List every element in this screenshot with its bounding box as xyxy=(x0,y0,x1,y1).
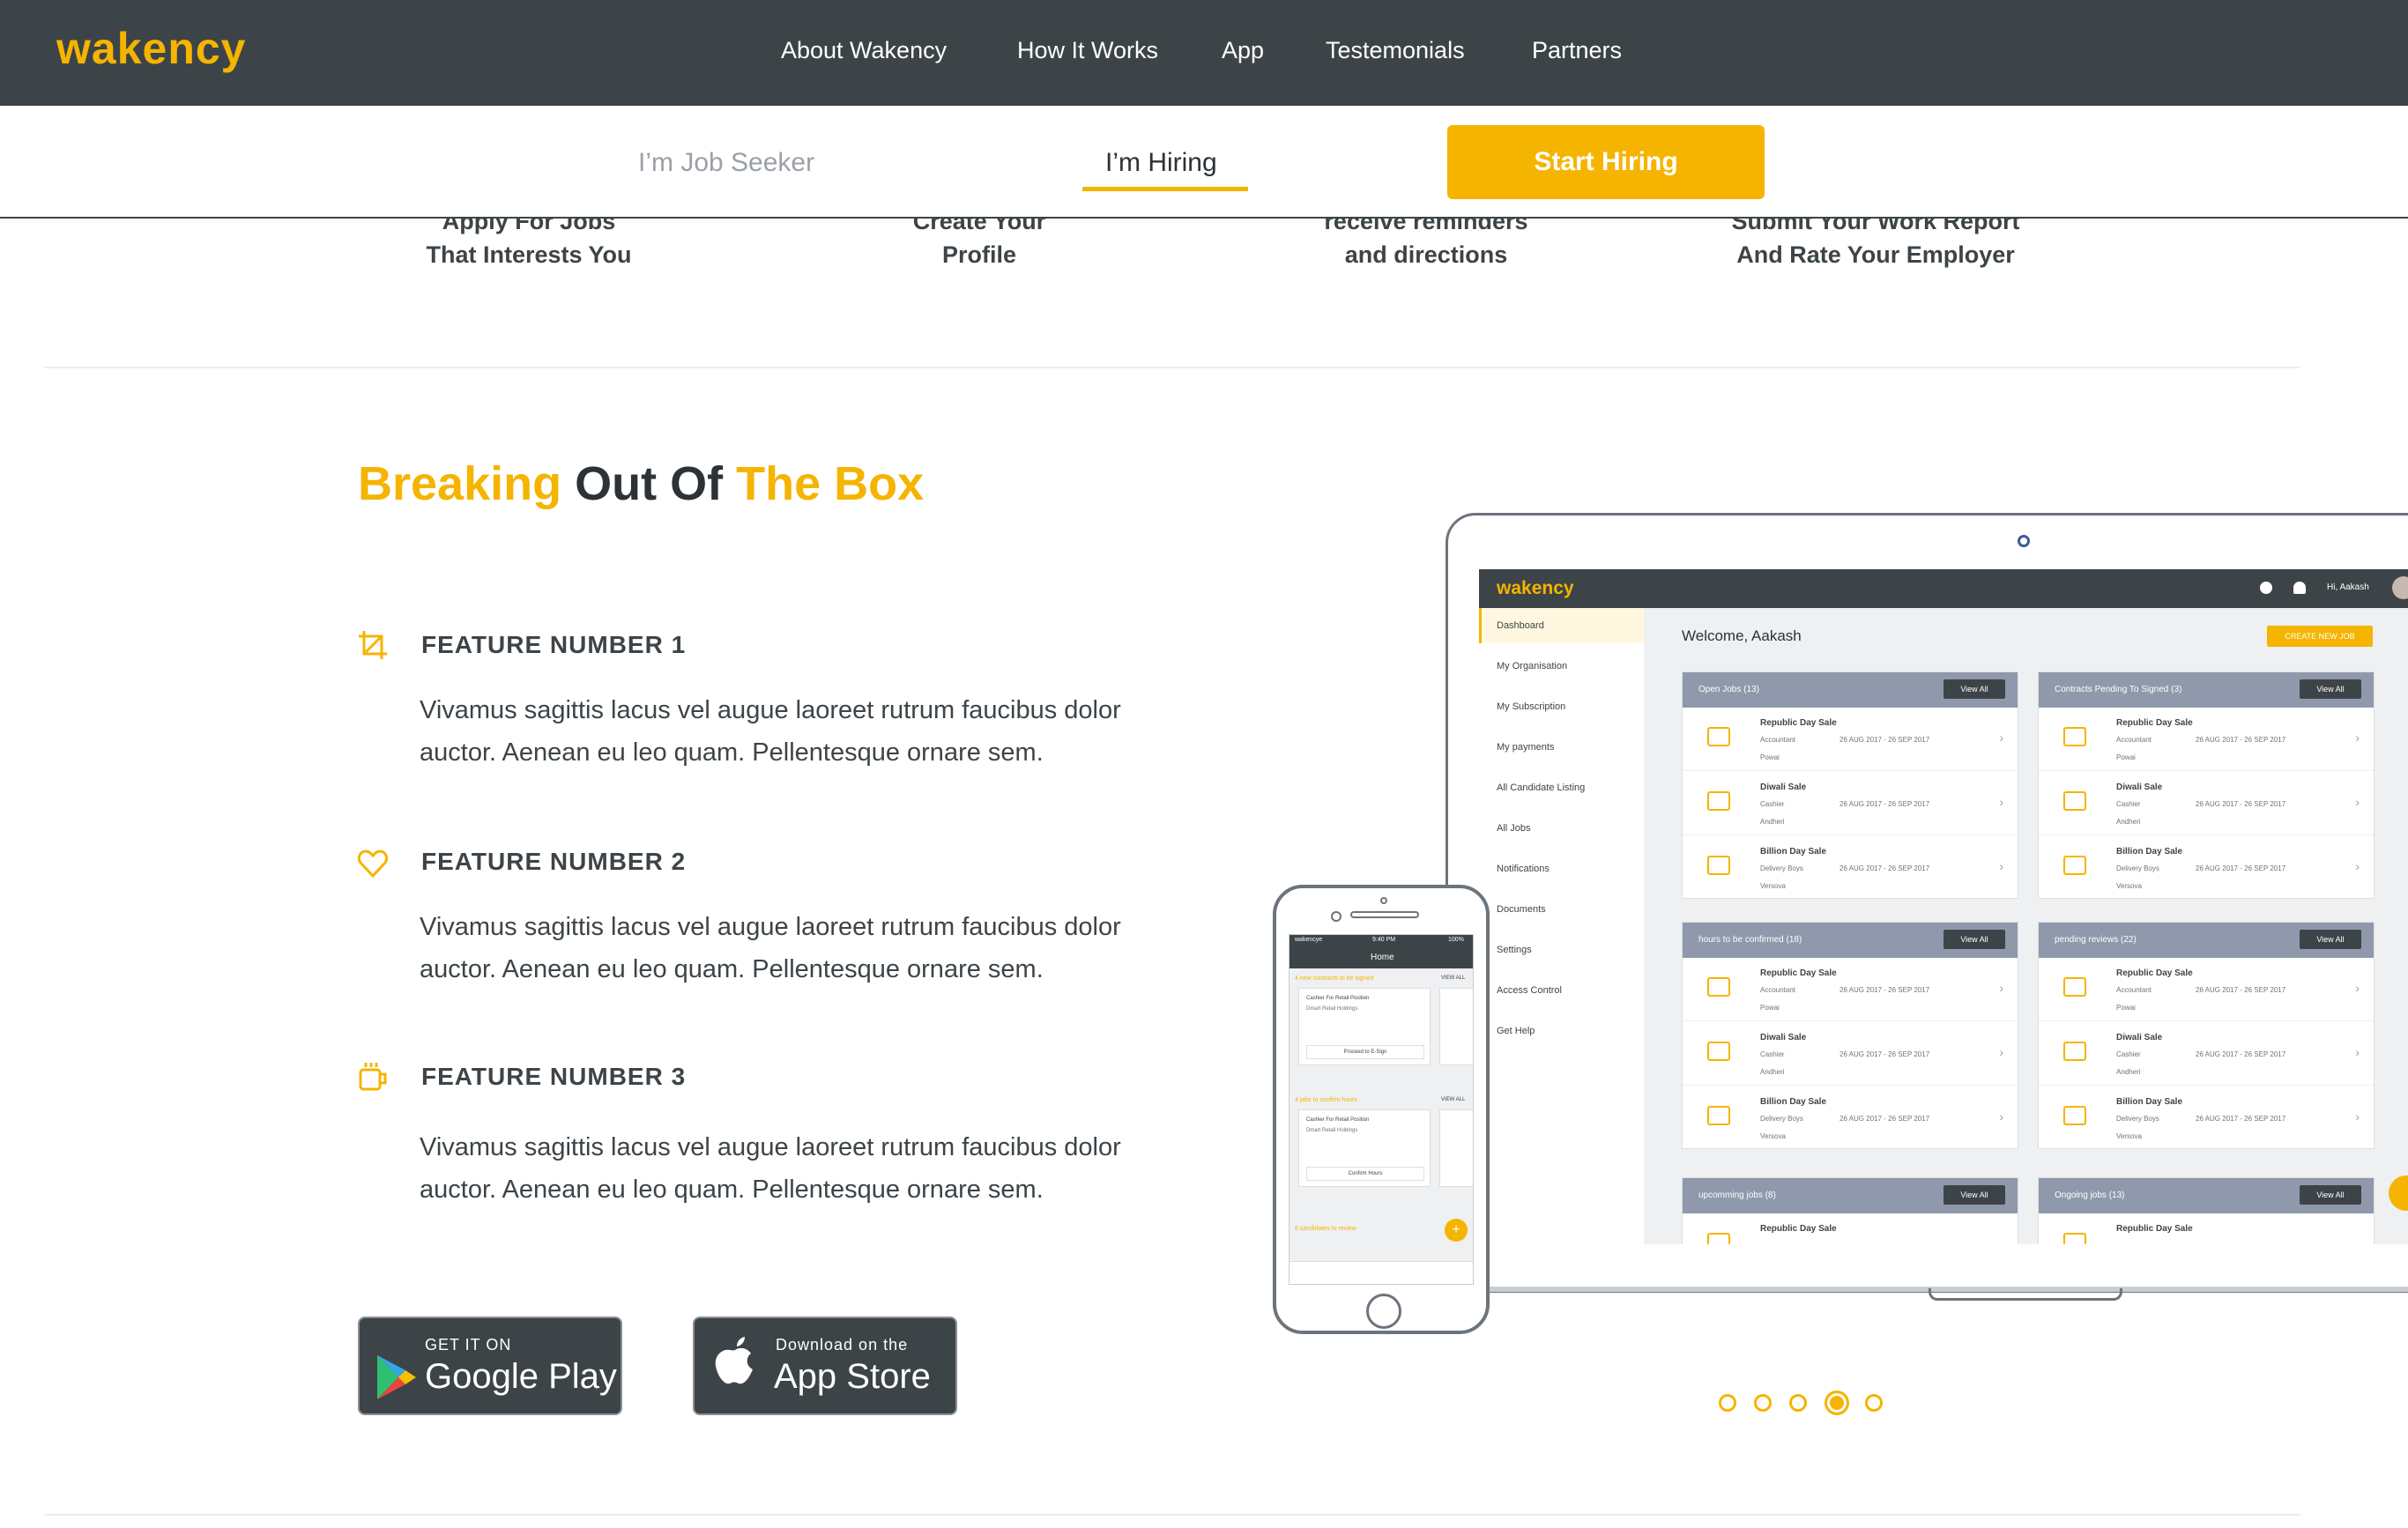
nav-about[interactable]: About Wakency xyxy=(781,37,947,64)
sidebar-item: All Jobs xyxy=(1497,823,1531,834)
google-play-icon xyxy=(377,1355,416,1399)
dashboard-user: Hi, Aakash xyxy=(2327,582,2369,592)
wakency-logo[interactable]: wakency xyxy=(56,23,246,74)
dashboard-card: upcomming jobs (8) View All Republic Day … xyxy=(1682,1177,2018,1244)
dashboard-sidebar: Dashboard My Organisation My Subscriptio… xyxy=(1479,608,1644,1244)
laptop-notch xyxy=(1929,1288,2122,1301)
carousel-dot-2[interactable] xyxy=(1754,1394,1772,1412)
avatar xyxy=(2392,576,2408,599)
welcome-text: Welcome, Aakash xyxy=(1682,627,1802,644)
tab-hiring[interactable]: I’m Hiring xyxy=(1105,148,1217,178)
carousel-dot-5[interactable] xyxy=(1865,1394,1883,1412)
sidebar-item: Access Control xyxy=(1497,985,1562,996)
feature-1-title: FEATURE NUMBER 1 xyxy=(421,631,687,658)
sidebar-item: Documents xyxy=(1497,904,1546,915)
heart-icon xyxy=(357,849,389,879)
tab-job-seeker[interactable]: I’m Job Seeker xyxy=(638,148,814,178)
laptop-camera xyxy=(2018,535,2030,547)
app-store-small: Download on the xyxy=(776,1336,909,1354)
laptop-base xyxy=(1446,1287,2408,1292)
dashboard-logo: wakency xyxy=(1497,578,1574,598)
dashboard-card: Ongoing jobs (13) View All Republic Day S… xyxy=(2038,1177,2375,1244)
crop-icon xyxy=(359,631,387,659)
google-play-label: Google Play xyxy=(425,1357,617,1396)
create-job-button: CREATE NEW JOB xyxy=(2267,626,2373,647)
carousel-dot-3[interactable] xyxy=(1789,1394,1807,1412)
dashboard-card: hours to be confirmed (18) View All Repub… xyxy=(1682,922,2018,1149)
nav-testimonials[interactable]: Testemonials xyxy=(1326,37,1465,64)
dashboard-card: pending reviews (22) View All Republic Da… xyxy=(2038,922,2375,1149)
nav-partners[interactable]: Partners xyxy=(1532,37,1622,64)
role-switch-bar: I’m Job Seeker I’m Hiring Start Hiring xyxy=(0,106,2408,219)
feature-3-title: FEATURE NUMBER 3 xyxy=(421,1063,687,1090)
section-title: Breaking Out Of The Box xyxy=(358,457,925,510)
top-navbar: wakency About Wakency How It Works App T… xyxy=(0,0,2408,106)
sidebar-item: All Candidate Listing xyxy=(1497,783,1586,793)
sidebar-item: My Organisation xyxy=(1497,661,1568,671)
feature-2-title: FEATURE NUMBER 2 xyxy=(421,848,687,875)
active-tab-underline xyxy=(1082,187,1248,191)
app-store-button[interactable]: Download on the App Store xyxy=(693,1317,957,1415)
bell-icon xyxy=(2293,582,2306,594)
dashboard-screenshot: wakency Hi, Aakash Dashboard My Organisa… xyxy=(1479,569,2408,1244)
google-play-small: GET IT ON xyxy=(425,1336,512,1354)
feature-2-desc: Vivamus sagittis lacus vel augue laoreet… xyxy=(420,913,1121,983)
add-icon: + xyxy=(1445,1219,1468,1242)
phone-tabbar xyxy=(1289,1261,1473,1284)
section-divider xyxy=(44,367,2300,368)
google-play-button[interactable]: GET IT ON Google Play xyxy=(358,1317,622,1415)
phone-screen: wakencye 9:40 PM 100% Home 4 new contrac… xyxy=(1289,934,1474,1285)
phone-mockup: wakencye 9:40 PM 100% Home 4 new contrac… xyxy=(1273,885,1490,1334)
phone-home-button xyxy=(1366,1294,1401,1329)
nav-how-it-works[interactable]: How It Works xyxy=(1017,37,1158,64)
app-store-label: App Store xyxy=(774,1357,931,1396)
sidebar-item: My Subscription xyxy=(1497,701,1566,712)
nav-app[interactable]: App xyxy=(1222,37,1264,64)
start-hiring-button[interactable]: Start Hiring xyxy=(1447,125,1765,199)
mug-icon xyxy=(359,1063,387,1091)
bottom-divider xyxy=(44,1514,2300,1516)
sidebar-item: Get Help xyxy=(1497,1026,1535,1036)
dashboard-topbar: wakency Hi, Aakash xyxy=(1479,569,2408,608)
apple-icon xyxy=(715,1337,753,1384)
sidebar-item: Notifications xyxy=(1497,864,1550,874)
sidebar-item: Dashboard xyxy=(1497,620,1544,631)
feature-1-desc: Vivamus sagittis lacus vel augue laoreet… xyxy=(420,696,1121,767)
carousel-dot-1[interactable] xyxy=(1719,1394,1736,1412)
dashboard-card: Open Jobs (13) View All Republic Day Sale… xyxy=(1682,671,2018,899)
sidebar-item: Settings xyxy=(1497,945,1532,955)
dashboard-card: Contracts Pending To Signed (3) View All … xyxy=(2038,671,2375,899)
feature-3-desc: Vivamus sagittis lacus vel augue laoreet… xyxy=(420,1133,1121,1204)
chat-icon xyxy=(2260,582,2272,594)
sidebar-item: My payments xyxy=(1497,742,1555,753)
carousel-dot-4[interactable] xyxy=(1825,1391,1849,1415)
